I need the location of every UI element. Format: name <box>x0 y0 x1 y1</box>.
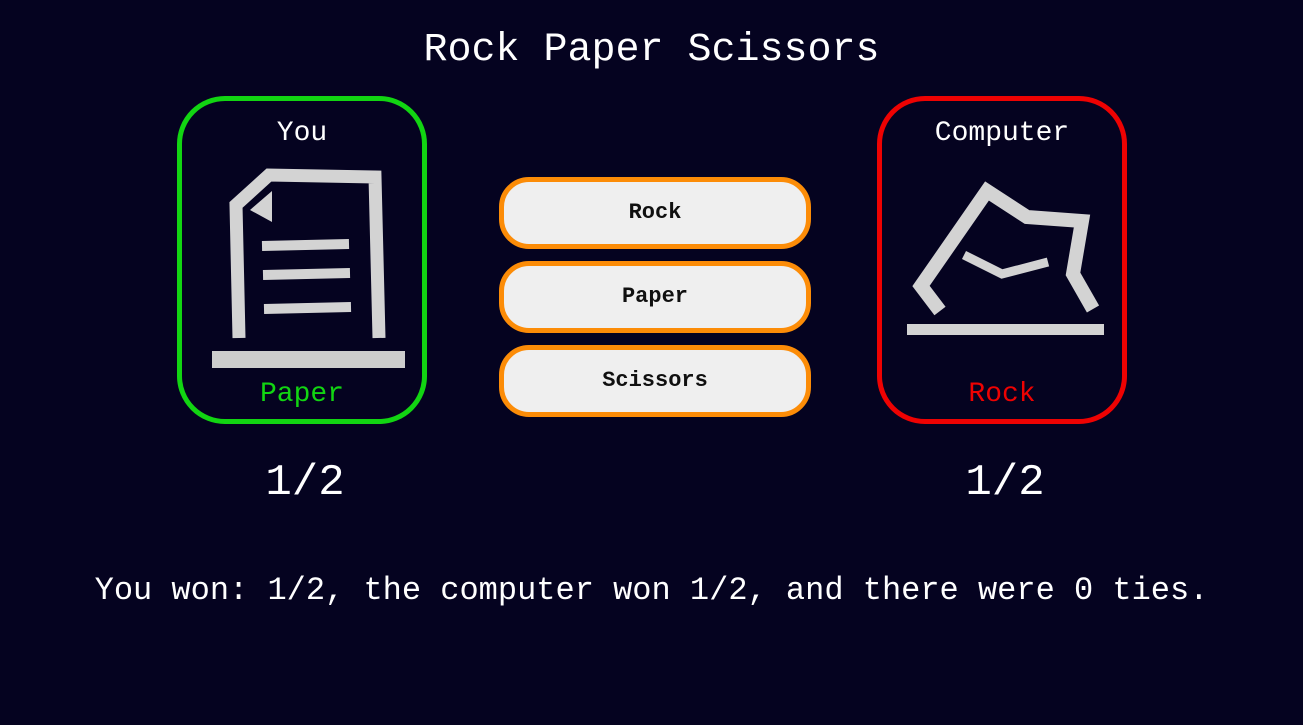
computer-score: 1/2 <box>965 458 1045 508</box>
paper-icon <box>212 168 405 368</box>
player-label: You <box>276 118 328 149</box>
page-title: Rock Paper Scissors <box>423 28 880 73</box>
game-screen: Rock Paper Scissors You Paper Rock Paper… <box>0 0 1303 725</box>
paper-button[interactable]: Paper <box>499 261 811 333</box>
player-score: 1/2 <box>265 458 345 508</box>
computer-card: Computer Rock <box>877 96 1127 424</box>
choice-buttons: Rock Paper Scissors <box>499 177 811 429</box>
player-choice: Paper <box>259 379 344 410</box>
player-card: You Paper <box>177 96 427 424</box>
rock-button[interactable]: Rock <box>499 177 811 249</box>
result-summary: You won: 1/2, the computer won 1/2, and … <box>94 572 1209 609</box>
computer-choice: Rock <box>968 379 1036 410</box>
rock-icon <box>907 181 1104 335</box>
computer-label: Computer <box>934 118 1070 149</box>
scissors-button[interactable]: Scissors <box>499 345 811 417</box>
